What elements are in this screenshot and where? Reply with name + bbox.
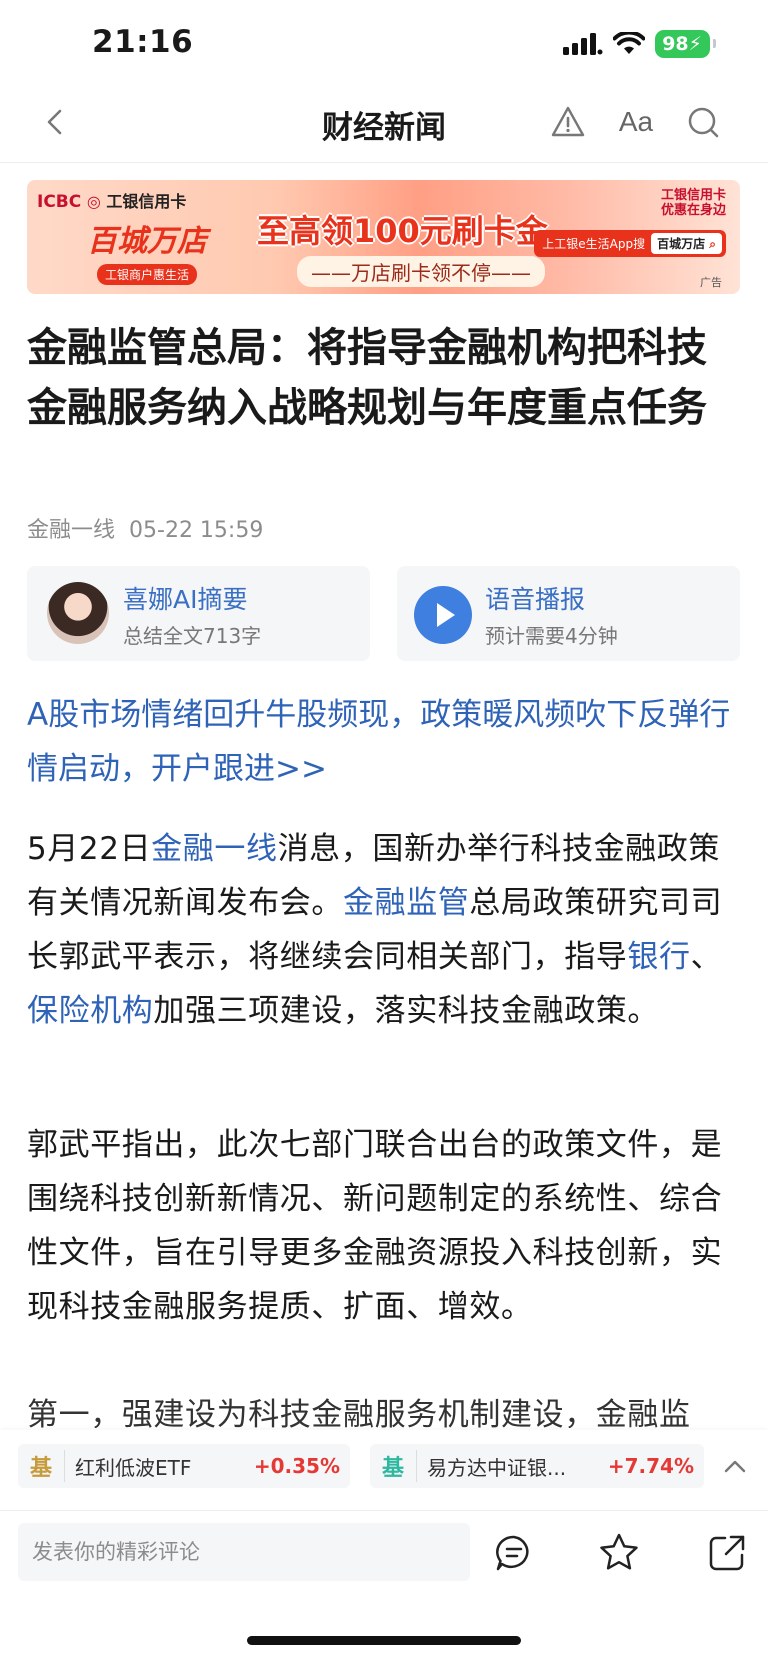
fund-strip: 基 红利低波ETF +0.35% 基 易方达中证银... +7.74%: [0, 1430, 768, 1510]
chevron-up-icon: [724, 1460, 746, 1473]
ad-tagline: ——万店刷卡领不停——: [297, 256, 545, 287]
wifi-icon: [613, 32, 646, 54]
ad-search-label: 上工银e生活App搜: [542, 237, 646, 251]
ad-headline: 至高领100元刷卡金: [257, 212, 548, 250]
ad-search-box: 上工银e生活App搜 百城万店 ⌕: [534, 230, 726, 257]
article-source[interactable]: 金融一线: [27, 518, 115, 543]
fund-name: 红利低波ETF: [75, 1455, 192, 1480]
ad-brand: ICBC ◎ 工银信用卡: [37, 188, 186, 212]
icbc-logo: ICBC: [37, 192, 82, 212]
body-text: 、: [690, 939, 723, 975]
font-size-button[interactable]: Aa: [614, 102, 658, 142]
fund-change: +7.74%: [607, 1454, 694, 1478]
stock-link[interactable]: 保险机构: [27, 993, 153, 1029]
fund-badge: 基: [370, 1450, 417, 1482]
body-text: 加强三项建设，落实科技金融政策。: [153, 993, 660, 1029]
ai-summary-sub: 总结全文713字: [123, 624, 262, 648]
report-button[interactable]: [548, 102, 588, 142]
fund-item[interactable]: 基 易方达中证银... +7.74%: [370, 1444, 704, 1488]
ad-corner-badge: 工银信用卡 优惠在身边: [660, 188, 726, 218]
battery-indicator: 98⚡: [655, 30, 716, 58]
avatar: [47, 582, 109, 644]
ad-sub-text: 工银商户惠生活: [97, 264, 198, 285]
comment-input[interactable]: 发表你的精彩评论: [18, 1523, 470, 1581]
ai-summary-card[interactable]: 喜娜AI摘要 总结全文713字: [27, 566, 370, 661]
status-time: 21:16: [92, 24, 194, 60]
article-title: 金融监管总局：将指导金融机构把科技金融服务纳入战略规划与年度重点任务: [27, 325, 707, 431]
comment-icon: [496, 1535, 529, 1571]
body-text: 5月22日: [27, 831, 152, 867]
ad-search-term-text: 百城万店: [657, 237, 706, 251]
battery-tip: [713, 39, 716, 48]
article-paragraph: 5月22日金融一线消息，国新办举行科技金融政策有关情况新闻发布会。金融监管总局政…: [27, 822, 742, 1038]
search-icon: ⌕: [705, 237, 716, 251]
signal-icon: [563, 33, 603, 55]
play-icon: [414, 586, 472, 644]
search-icon: [688, 107, 719, 138]
audio-play-card[interactable]: 语音播报 预计需要4分钟: [397, 566, 740, 661]
share-icon: [709, 1535, 745, 1571]
fund-item[interactable]: 基 红利低波ETF +0.35%: [18, 1444, 350, 1488]
ai-summary-title: 喜娜AI摘要: [123, 585, 248, 614]
article-time: 05-22 15:59: [129, 518, 264, 543]
article-paragraph: 郭武平指出，此次七部门联合出台的政策文件，是围绕科技创新新情况、新问题制定的系统…: [27, 1127, 723, 1325]
stock-link[interactable]: 金融一线: [151, 831, 277, 867]
stock-link[interactable]: 银行: [627, 939, 690, 975]
ad-logo-text: 百城万店: [87, 224, 207, 259]
battery-level: 98: [662, 33, 689, 55]
stock-link[interactable]: 金融监管: [343, 885, 469, 921]
article-paragraph: 第一，强建设为科技金融服务机制建设，金融监: [27, 1397, 691, 1428]
search-button[interactable]: [683, 102, 723, 142]
ad-label: 广告: [700, 276, 722, 289]
expand-button[interactable]: [720, 1452, 750, 1482]
share-button[interactable]: [705, 1531, 749, 1575]
favorite-button[interactable]: [597, 1531, 641, 1575]
nav-bar: 财经新闻 Aa: [0, 82, 768, 163]
fund-name: 易方达中证银...: [427, 1455, 567, 1480]
audio-sub: 预计需要4分钟: [485, 624, 618, 648]
article-meta: 金融一线 05-22 15:59: [27, 512, 263, 544]
icbc-emblem-icon: ◎: [86, 192, 107, 211]
charging-icon: ⚡: [688, 33, 702, 55]
warning-icon: [551, 106, 585, 137]
fund-change: +0.35%: [253, 1454, 340, 1478]
ad-search-term: 百城万店 ⌕: [651, 233, 722, 254]
star-icon: [600, 1533, 638, 1570]
fund-badge: 基: [18, 1450, 65, 1482]
ad-banner[interactable]: ICBC ◎ 工银信用卡 百城万店 工银商户惠生活 至高领100元刷卡金 ——万…: [27, 180, 740, 294]
promo-link[interactable]: A股市场情绪回升牛股频现，政策暖风频吹下反弹行情启动，开户跟进>>: [27, 688, 742, 796]
comments-button[interactable]: [492, 1531, 536, 1575]
home-indicator: [247, 1636, 521, 1645]
audio-title: 语音播报: [485, 585, 586, 614]
status-icons: 98⚡: [563, 30, 716, 58]
ad-brand-text: 工银信用卡: [106, 192, 187, 211]
